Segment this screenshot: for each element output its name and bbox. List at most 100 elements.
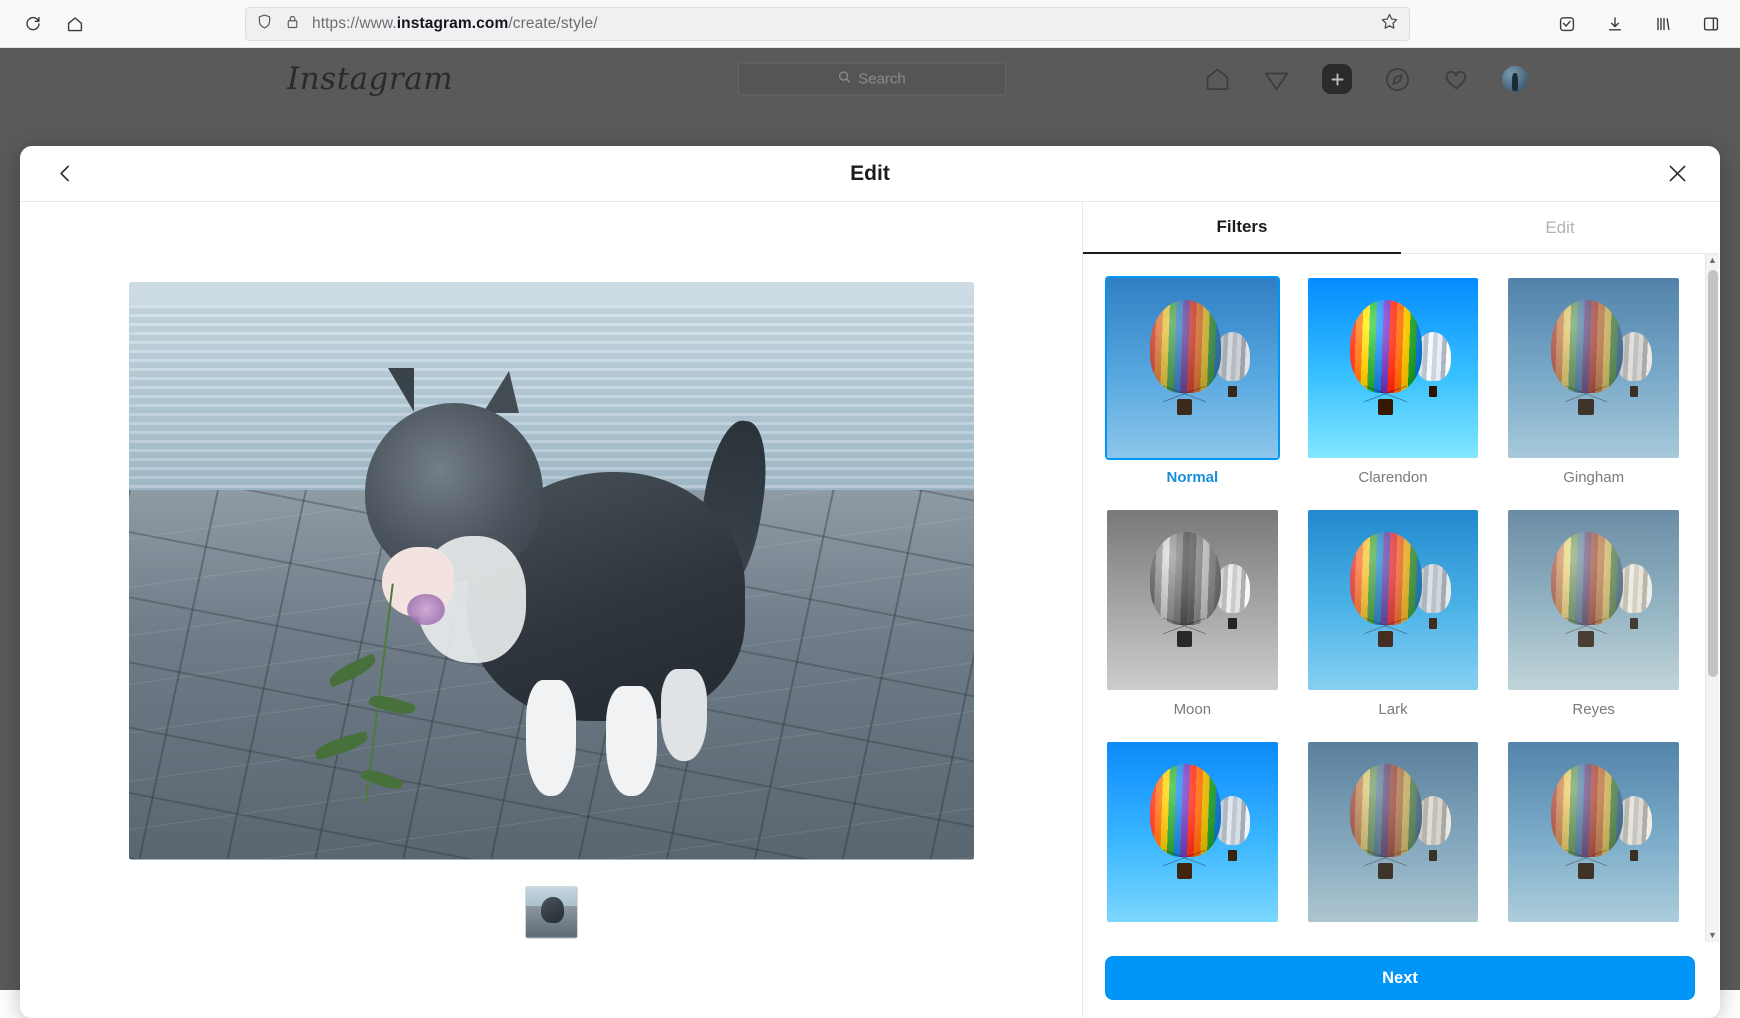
address-bar[interactable]: https://www.instagram.com/create/style/ xyxy=(245,7,1410,41)
balloon-primary-basket xyxy=(1176,398,1193,415)
next-button-container: Next xyxy=(1083,942,1719,1018)
scrollbar-track[interactable] xyxy=(1708,270,1718,926)
filter-label: Lark xyxy=(1378,701,1408,718)
filter-option-clarendon[interactable]: Clarendon xyxy=(1306,276,1481,486)
filter-option-7[interactable] xyxy=(1105,740,1280,933)
filters-scroll-area: Normal Clarendon Gingham Moon Lark Reyes… xyxy=(1083,254,1719,942)
balloon-secondary-basket xyxy=(1228,386,1237,397)
filter-option-normal[interactable]: Normal xyxy=(1105,276,1280,486)
heart-icon[interactable] xyxy=(1443,66,1470,93)
filter-preview-image[interactable] xyxy=(1306,276,1481,460)
balloon-primary xyxy=(1550,531,1623,626)
filter-option-gingham[interactable]: Gingham xyxy=(1506,276,1681,486)
tab-filters[interactable]: Filters xyxy=(1083,202,1401,254)
instagram-nav xyxy=(1204,64,1528,94)
balloon-primary-basket xyxy=(1176,862,1193,879)
download-icon[interactable] xyxy=(1598,7,1632,41)
balloon-primary-basket xyxy=(1578,862,1594,879)
instagram-logo[interactable]: Instagram xyxy=(287,61,453,97)
filter-option-reyes[interactable]: Reyes xyxy=(1506,508,1681,718)
search-input[interactable]: Search xyxy=(738,62,1006,96)
filter-label: Clarendon xyxy=(1358,469,1428,486)
browser-nav-buttons xyxy=(0,7,92,41)
home-icon[interactable] xyxy=(58,7,92,41)
filter-preview-image[interactable] xyxy=(1506,508,1681,692)
balloon-secondary-basket xyxy=(1629,850,1639,861)
url-text: https://www.instagram.com/create/style/ xyxy=(312,15,598,32)
balloon-primary xyxy=(1350,531,1422,626)
thumb-kitten xyxy=(540,896,564,924)
filter-label: Gingham xyxy=(1563,469,1625,486)
scroll-down-arrow[interactable]: ▼ xyxy=(1708,931,1717,940)
kitten-leg-middle xyxy=(605,686,657,796)
kitten-leg-rear xyxy=(660,668,708,762)
balloon-secondary-basket xyxy=(1428,386,1438,397)
instagram-page: Instagram Search Edit Filters Edit Norma… xyxy=(0,48,1740,1018)
sidebar-icon[interactable] xyxy=(1694,7,1728,41)
filters-pane: Filters Edit Normal Clarendon Gingham Mo… xyxy=(1083,202,1719,1018)
filter-preview-image[interactable] xyxy=(1506,740,1681,924)
explore-icon[interactable] xyxy=(1384,66,1411,93)
back-button[interactable] xyxy=(48,157,82,191)
filter-option-9[interactable] xyxy=(1506,740,1681,933)
balloon-primary xyxy=(1149,763,1222,858)
filter-preview-image[interactable] xyxy=(1506,276,1681,460)
balloon-primary xyxy=(1350,763,1422,858)
scrollbar-thumb[interactable] xyxy=(1708,270,1718,677)
kitten-ear-left xyxy=(378,368,414,413)
lock-icon[interactable] xyxy=(285,14,300,35)
balloon-secondary-basket xyxy=(1428,618,1438,629)
search-icon xyxy=(838,70,851,88)
photo-water xyxy=(128,304,974,502)
close-icon[interactable] xyxy=(1660,157,1694,191)
filter-label: Moon xyxy=(1173,701,1212,718)
scroll-up-arrow[interactable]: ▲ xyxy=(1708,256,1717,265)
balloon-primary-basket xyxy=(1176,630,1193,647)
browser-toolbar: https://www.instagram.com/create/style/ xyxy=(0,0,1740,48)
tab-edit[interactable]: Edit xyxy=(1401,202,1719,254)
filter-preview-image[interactable] xyxy=(1105,740,1280,924)
reload-icon[interactable] xyxy=(16,7,50,41)
filter-preview-image[interactable] xyxy=(1306,740,1481,924)
balloon-primary xyxy=(1149,299,1222,394)
modal-header: Edit xyxy=(20,146,1720,202)
edit-photo-modal: Edit Filters Edit Normal Clarendon Gingh… xyxy=(20,146,1720,1018)
filter-preview-image[interactable] xyxy=(1306,508,1481,692)
new-post-icon[interactable] xyxy=(1322,64,1352,94)
kitten-leg-front xyxy=(525,680,577,796)
balloon-secondary-basket xyxy=(1228,850,1237,861)
balloon-primary xyxy=(1550,763,1623,858)
messenger-icon[interactable] xyxy=(1263,66,1290,93)
browser-right-icons xyxy=(1550,0,1728,48)
filter-preview-image[interactable] xyxy=(1105,276,1280,460)
instagram-header: Instagram Search xyxy=(0,48,1740,110)
modal-body: Filters Edit Normal Clarendon Gingham Mo… xyxy=(20,202,1720,1018)
pocket-icon[interactable] xyxy=(1550,7,1584,41)
kitten-ear-right xyxy=(483,371,520,414)
balloon-primary-basket xyxy=(1578,630,1594,647)
search-placeholder: Search xyxy=(858,70,906,88)
star-bookmark-icon[interactable] xyxy=(1380,12,1399,36)
media-thumbnail-strip xyxy=(524,885,578,939)
filters-scrollbar[interactable]: ▲ ▼ xyxy=(1705,254,1719,942)
media-thumbnail[interactable] xyxy=(524,885,578,939)
balloon-primary-basket xyxy=(1377,398,1393,415)
filter-preview-image[interactable] xyxy=(1105,508,1280,692)
balloon-secondary-basket xyxy=(1428,850,1438,861)
balloon-primary xyxy=(1149,531,1222,626)
library-icon[interactable] xyxy=(1646,7,1680,41)
modal-title: Edit xyxy=(850,161,890,185)
filter-edit-tabs: Filters Edit xyxy=(1083,202,1719,254)
balloon-primary xyxy=(1550,299,1623,394)
shield-icon[interactable] xyxy=(256,13,273,35)
balloon-secondary-basket xyxy=(1228,618,1237,629)
balloon-primary-basket xyxy=(1377,630,1393,647)
filters-grid: Normal Clarendon Gingham Moon Lark Reyes xyxy=(1083,254,1705,942)
balloon-primary xyxy=(1350,299,1422,394)
home-icon[interactable] xyxy=(1204,66,1231,93)
avatar[interactable] xyxy=(1502,66,1528,92)
filter-option-8[interactable] xyxy=(1306,740,1481,933)
filter-option-moon[interactable]: Moon xyxy=(1105,508,1280,718)
next-button[interactable]: Next xyxy=(1105,956,1695,1000)
filter-option-lark[interactable]: Lark xyxy=(1306,508,1481,718)
